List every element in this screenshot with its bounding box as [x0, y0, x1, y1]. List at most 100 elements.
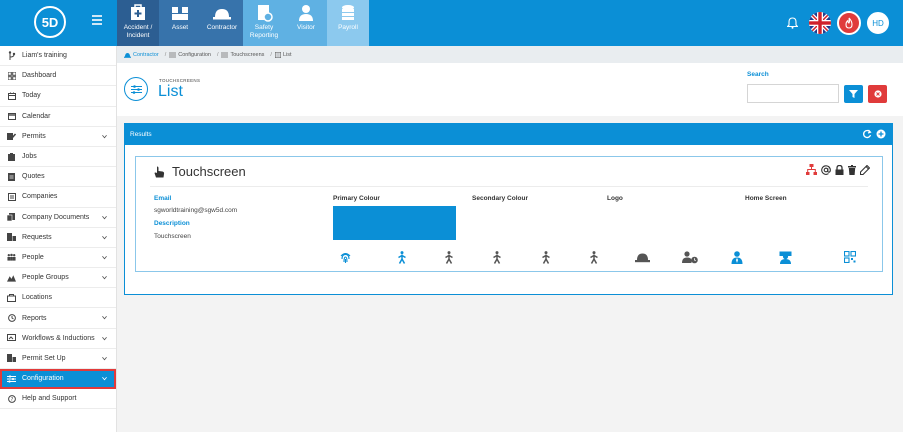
trash-icon[interactable] [848, 164, 856, 175]
alert-button[interactable] [837, 11, 861, 35]
sidebar: Liam's training Dashboard Today Calendar… [0, 46, 117, 432]
clear-search-button[interactable] [868, 85, 887, 103]
primary-colour-swatch [333, 206, 456, 240]
chevron-down-icon [102, 316, 107, 320]
sidebar-item-quotes[interactable]: Quotes [0, 167, 116, 188]
edit-pencil-icon[interactable] [860, 164, 870, 175]
breadcrumb-touchscreens[interactable]: Touchscreens [221, 52, 264, 58]
hardhat-icon [213, 9, 231, 20]
at-icon[interactable] [821, 164, 831, 175]
uk-flag-icon[interactable] [809, 12, 831, 34]
report-icon [258, 5, 273, 22]
module-label: Safety Reporting [249, 24, 279, 39]
sidebar-item-liams-training[interactable]: Liam's training [0, 46, 116, 67]
breadcrumb-label: List [282, 51, 292, 58]
breadcrumb-label: Contractor [133, 51, 159, 58]
sitemap-icon[interactable] [806, 164, 817, 175]
breadcrumb-list: List [274, 51, 292, 58]
filter-icon [849, 90, 858, 98]
breadcrumb-configuration[interactable]: Configuration [169, 52, 211, 58]
module-bar: Accident / Incident Asset Contractor Saf… [117, 0, 369, 46]
sidebar-item-locations[interactable]: Locations [0, 288, 116, 309]
sidebar-item-permit-set-up[interactable]: Permit Set Up [0, 349, 116, 369]
email-label: Email [154, 195, 172, 202]
walking-icon [489, 249, 505, 265]
setup-icon [7, 354, 16, 363]
hardhat-icon [124, 52, 131, 58]
grid-icon [7, 71, 16, 80]
sidebar-item-today[interactable]: Today [0, 86, 116, 107]
module-label: Accident / Incident [123, 24, 153, 39]
module-payroll[interactable]: Payroll [327, 0, 369, 46]
config-icon [221, 52, 229, 57]
add-circle-icon[interactable] [876, 129, 886, 139]
sidebar-item-label: Liam's training [22, 52, 67, 60]
sidebar-item-dashboard[interactable]: Dashboard [0, 66, 116, 87]
sidebar-item-label: Jobs [22, 153, 37, 161]
breadcrumb-label: Touchscreens [230, 51, 265, 58]
sidebar-item-people[interactable]: People [0, 248, 116, 269]
sidebar-item-label: Configuration [22, 375, 64, 383]
app-logo-text: 5D [41, 14, 59, 30]
sidebar-item-permits[interactable]: Permits [0, 127, 116, 147]
search-input[interactable] [747, 84, 839, 103]
app-logo[interactable]: 5D [34, 6, 66, 38]
sidebar-item-company-documents[interactable]: Company Documents [0, 208, 116, 228]
svg-text:?: ? [10, 397, 13, 403]
sidebar-item-workflows-inductions[interactable]: Workflows & Inductions [0, 329, 116, 349]
branch-icon [7, 51, 16, 61]
user-tie-icon [729, 249, 745, 265]
breadcrumb: Contractor / Configuration / Touchscreen… [117, 46, 903, 63]
results-panel: Results Touchscreen Email sgworldtrainin… [124, 123, 893, 295]
sidebar-item-requests[interactable]: Requests [0, 228, 116, 248]
breadcrumb-separator: / [270, 51, 272, 58]
user-avatar[interactable]: HD [867, 12, 889, 34]
sidebar-item-people-groups[interactable]: People Groups [0, 268, 116, 289]
sidebar-item-label: Reports [22, 314, 47, 322]
module-accident-incident[interactable]: Accident / Incident [117, 0, 159, 46]
walking-icon [394, 249, 410, 265]
help-icon: ? [7, 394, 16, 403]
user-initials: HD [872, 18, 884, 28]
workflow-icon [7, 334, 16, 343]
description-value: Touchscreen [154, 233, 191, 240]
module-contractor[interactable]: Contractor [201, 0, 243, 46]
sidebar-item-jobs[interactable]: Jobs [0, 147, 116, 168]
card-name: Touchscreen [172, 164, 246, 179]
module-safety-reporting[interactable]: Safety Reporting [243, 0, 285, 46]
permit-icon [7, 132, 16, 141]
sidebar-item-reports[interactable]: Reports [0, 308, 116, 329]
secondary-colour-label: Secondary Colour [472, 195, 528, 202]
close-circle-icon [873, 90, 882, 98]
page-header: TOUCHSCREENS List Search [117, 63, 903, 116]
chevron-down-icon [102, 356, 107, 361]
email-value: sgworldtraining@sgw5d.com [154, 207, 238, 214]
building-icon [7, 192, 16, 201]
top-right-icons: HD [781, 0, 903, 46]
bell-icon[interactable] [781, 12, 803, 34]
results-header: Results [125, 124, 892, 145]
breadcrumb-label: Configuration [178, 51, 211, 58]
chevron-down-icon [102, 215, 107, 219]
request-icon [7, 233, 16, 242]
menu-toggle-icon[interactable] [92, 15, 102, 25]
filter-button[interactable] [844, 85, 863, 103]
module-asset[interactable]: Asset [159, 0, 201, 46]
module-visitor[interactable]: Visitor [285, 0, 327, 46]
sidebar-item-calendar[interactable]: Calendar [0, 107, 116, 127]
refresh-icon[interactable] [862, 129, 872, 139]
primary-colour-label: Primary Colour [333, 195, 380, 202]
breadcrumb-separator: / [216, 51, 219, 58]
sidebar-item-help-and-support[interactable]: ? Help and Support [0, 389, 116, 410]
top-bar: 5D Accident / Incident Asset Contractor … [0, 0, 903, 46]
sidebar-item-companies[interactable]: Companies [0, 187, 116, 208]
sidebar-item-configuration[interactable]: Configuration [0, 369, 116, 390]
sidebar-item-label: Requests [22, 233, 52, 241]
breadcrumb-contractor[interactable]: Contractor [124, 52, 159, 58]
page-title: List [158, 83, 183, 100]
lock-icon[interactable] [835, 164, 844, 175]
sidebar-item-label: Workflows & Inductions [22, 334, 95, 342]
module-label: Asset [171, 24, 189, 31]
description-label: Description [154, 220, 190, 227]
calendar-icon [7, 91, 16, 100]
